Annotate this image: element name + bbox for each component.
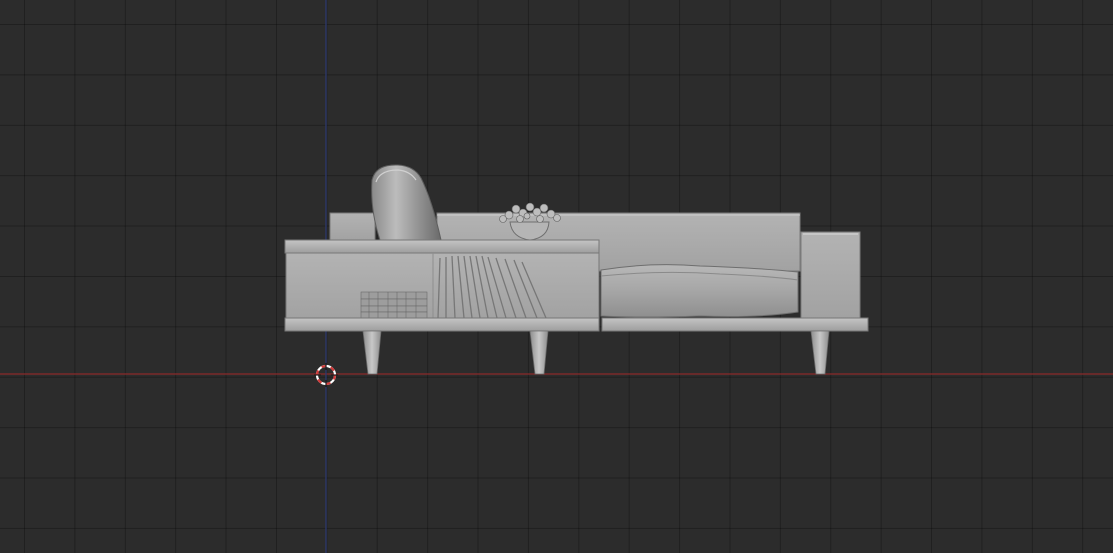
sofa-model[interactable] (0, 0, 1113, 553)
3d-cursor-icon[interactable] (314, 363, 338, 387)
books-stack (360, 291, 428, 319)
sofa-pillow (371, 164, 442, 241)
sofa-legs (362, 330, 830, 375)
leg-left (362, 330, 382, 375)
leg-right (810, 330, 830, 375)
leg-middle (529, 330, 549, 375)
sofa-base (284, 317, 869, 332)
3d-viewport[interactable] (0, 0, 1113, 553)
sofa-seat-cushion (600, 264, 799, 318)
sofa-right-armrest (800, 231, 861, 319)
bookshelf-unit (284, 239, 600, 320)
